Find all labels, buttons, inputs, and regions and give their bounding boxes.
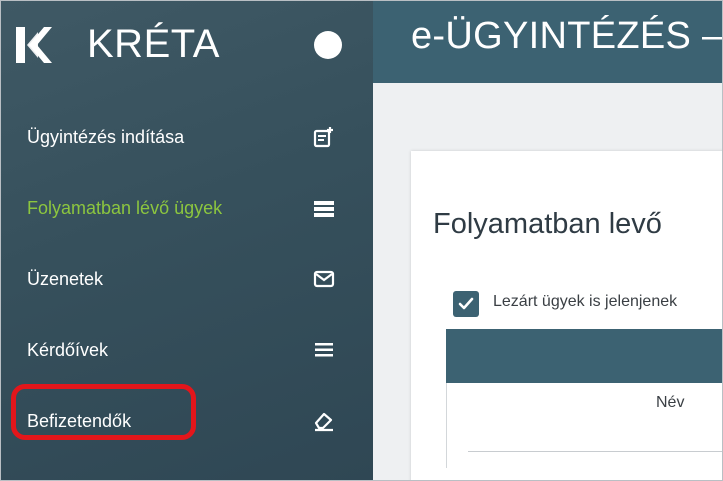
closed-cases-label: Lezárt ügyek is jelenjenek	[493, 293, 678, 310]
sidebar-item-kerdoivek[interactable]: Kérdőívek	[1, 319, 373, 379]
menu-toggle-button[interactable]	[314, 31, 342, 59]
column-header-nev[interactable]: Név	[656, 394, 684, 412]
main-content: Folyamatban levő Lezárt ügyek is jelenje…	[373, 83, 722, 480]
list-icon	[314, 201, 334, 217]
sidebar-item-label: Folyamatban lévő ügyek	[27, 198, 223, 218]
page-title: e-ÜGYINTÉZÉS –	[411, 15, 723, 57]
closed-cases-checkbox[interactable]	[453, 291, 479, 317]
content-card: Folyamatban levő Lezárt ügyek is jelenje…	[411, 151, 722, 480]
column-filter-input[interactable]	[468, 451, 722, 452]
sidebar-item-label: Üzenetek	[27, 269, 104, 289]
sidebar: KRÉTA Ügyintézés indítása Folyamatban lé…	[1, 1, 373, 480]
highlight-annotation	[11, 384, 196, 440]
sidebar-item-folyamatban[interactable]: Folyamatban lévő ügyek	[1, 177, 373, 237]
sidebar-item-ugyintezes-inditasa[interactable]: Ügyintézés indítása	[1, 106, 373, 166]
app-window: KRÉTA Ügyintézés indítása Folyamatban lé…	[0, 0, 723, 481]
sidebar-item-label: Ügyintézés indítása	[27, 127, 185, 147]
table-header-bar	[446, 329, 722, 383]
logo-row: KRÉTA	[1, 1, 373, 83]
envelope-icon	[313, 270, 335, 288]
brand-name: KRÉTA	[87, 22, 220, 66]
sidebar-item-label: Kérdőívek	[27, 340, 109, 360]
sidebar-item-uzenetek[interactable]: Üzenetek	[1, 248, 373, 308]
eraser-icon	[314, 412, 333, 432]
section-heading: Folyamatban levő	[433, 208, 662, 240]
checkmark-icon	[458, 297, 474, 310]
kreta-logo-icon	[16, 27, 52, 63]
list-lines-icon	[315, 343, 333, 357]
top-header: e-ÜGYINTÉZÉS –	[373, 1, 723, 83]
add-document-icon	[313, 127, 333, 148]
